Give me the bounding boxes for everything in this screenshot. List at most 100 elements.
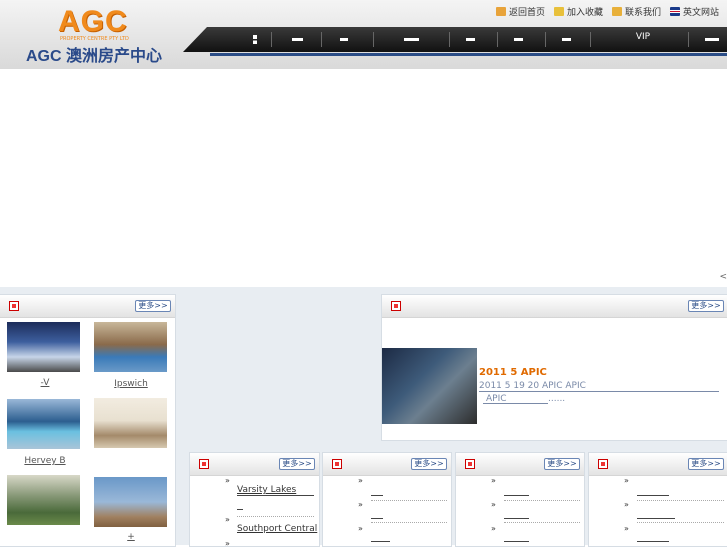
- site-header: AGC PROPERTY CENTRE PTY LTD AGC 澳洲房产中心 返…: [0, 0, 727, 69]
- listing-column-1: 更多>> » Varsity Lakes » Southport Central…: [189, 452, 320, 548]
- property-thumb[interactable]: [7, 322, 80, 372]
- bullet-icon: »: [225, 539, 230, 548]
- add-favorite-link[interactable]: 加入收藏: [553, 5, 603, 18]
- uk-flag-icon: [669, 7, 680, 16]
- listing-link[interactable]: [637, 518, 675, 519]
- more-button[interactable]: 更多>>: [544, 458, 580, 470]
- more-button[interactable]: 更多>>: [688, 300, 724, 312]
- listing-link[interactable]: Varsity Lakes: [237, 485, 296, 495]
- panel-header: 更多>>: [0, 295, 175, 318]
- site-logo[interactable]: AGC PROPERTY CENTRE PTY LTD AGC 澳洲房产中心: [22, 5, 182, 65]
- nav-item-1-mark: [253, 35, 257, 44]
- logo-site-name: AGC 澳洲房产中心: [26, 48, 163, 65]
- property-thumb-label[interactable]: Hervey B: [5, 456, 85, 466]
- property-thumb[interactable]: [7, 399, 80, 449]
- nav-item-1[interactable]: [245, 27, 265, 52]
- listing-link[interactable]: Southport Central: [237, 524, 317, 534]
- property-thumb[interactable]: [94, 322, 167, 372]
- news-photo[interactable]: [382, 348, 477, 424]
- section-icon: [598, 459, 608, 469]
- listing-link[interactable]: [371, 518, 383, 519]
- bullet-icon: »: [624, 524, 629, 533]
- home-link[interactable]: 返回首页: [495, 5, 545, 18]
- dotted-divider: [371, 522, 447, 523]
- dotted-divider: [504, 522, 580, 523]
- contact-link-label: 联系我们: [624, 8, 661, 18]
- bullet-icon: »: [491, 524, 496, 533]
- bullet-icon: »: [624, 476, 629, 485]
- more-button[interactable]: 更多>>: [279, 458, 315, 470]
- add-favorite-label: 加入收藏: [566, 8, 603, 18]
- banner-prev-arrow[interactable]: <: [719, 272, 727, 282]
- nav-divider: [545, 32, 546, 47]
- bullet-icon: »: [624, 500, 629, 509]
- home-link-label: 返回首页: [508, 8, 545, 18]
- property-thumb[interactable]: [7, 475, 80, 525]
- logo-agc-text: AGC: [58, 5, 128, 38]
- dotted-divider: [371, 500, 447, 501]
- property-thumb-label[interactable]: +: [91, 532, 171, 542]
- news-summary: 2011 5 19 20 APIC APIC: [479, 381, 719, 392]
- nav-item-7-mark: [561, 38, 571, 41]
- nav-item-2[interactable]: [279, 27, 315, 52]
- news-more-link[interactable]: ......: [548, 394, 565, 404]
- nav-item-4-mark: [403, 38, 419, 41]
- listing-link[interactable]: [504, 518, 529, 519]
- nav-item-last[interactable]: [698, 27, 726, 52]
- listing-link[interactable]: [371, 495, 383, 496]
- listing-link[interactable]: [504, 541, 529, 542]
- dotted-divider: [637, 522, 724, 523]
- nav-item-6[interactable]: [505, 27, 531, 52]
- property-thumb-label[interactable]: Ipswich: [91, 379, 171, 389]
- bullet-icon: »: [225, 476, 230, 485]
- listing-column-4: 更多>> » » »: [588, 452, 727, 547]
- panel-header: 更多>>: [190, 453, 319, 476]
- property-thumb[interactable]: [94, 398, 167, 448]
- section-icon: [199, 459, 209, 469]
- nav-vip-label: VIP: [635, 32, 651, 42]
- nav-item-last-mark: [705, 38, 719, 41]
- bullet-icon: »: [491, 476, 496, 485]
- banner-area: [0, 69, 727, 287]
- contact-link[interactable]: 联系我们: [611, 5, 661, 18]
- nav-item-7[interactable]: [553, 27, 579, 52]
- listing-link[interactable]: [637, 541, 669, 542]
- english-site-label: 英文网站: [682, 8, 719, 18]
- more-button[interactable]: 更多>>: [411, 458, 447, 470]
- nav-item-6-mark: [513, 38, 523, 41]
- dotted-divider: [237, 516, 314, 517]
- property-thumb-label[interactable]: -V: [5, 378, 85, 388]
- property-photos-panel: 更多>> -V Ipswich Hervey B +: [0, 294, 176, 547]
- nav-underline: [210, 53, 727, 56]
- nav-item-4[interactable]: [383, 27, 439, 52]
- dotted-divider: [637, 500, 724, 501]
- main-nav: VIP: [183, 27, 727, 52]
- news-headline[interactable]: 2011 5 APIC: [479, 367, 547, 378]
- home-icon: [495, 7, 506, 16]
- nav-item-3[interactable]: [329, 27, 359, 52]
- favorite-icon: [553, 7, 564, 16]
- nav-divider: [688, 32, 689, 47]
- section-icon: [9, 301, 19, 311]
- section-icon: [465, 459, 475, 469]
- news-panel: 更多>> 2011 5 APIC 2011 5 19 20 APIC APIC …: [381, 294, 727, 441]
- mail-icon: [611, 7, 622, 16]
- panel-header: 更多>>: [382, 295, 727, 318]
- property-thumb[interactable]: [94, 477, 167, 527]
- nav-divider: [321, 32, 322, 47]
- panel-header: 更多>>: [456, 453, 584, 476]
- listing-column-3: 更多>> » » »: [455, 452, 585, 547]
- top-links: 返回首页 加入收藏 联系我们 英文网站: [495, 5, 719, 18]
- nav-item-5[interactable]: [457, 27, 483, 52]
- english-site-link[interactable]: 英文网站: [669, 5, 719, 18]
- bullet-icon: »: [225, 515, 230, 524]
- listing-link[interactable]: [371, 541, 390, 542]
- bullet-icon: »: [358, 524, 363, 533]
- more-button[interactable]: 更多>>: [135, 300, 171, 312]
- nav-item-3-mark: [340, 38, 348, 41]
- news-underline: [483, 403, 548, 404]
- listing-link[interactable]: [504, 495, 529, 496]
- listing-link[interactable]: [637, 495, 669, 496]
- more-button[interactable]: 更多>>: [688, 458, 724, 470]
- nav-divider: [449, 32, 450, 47]
